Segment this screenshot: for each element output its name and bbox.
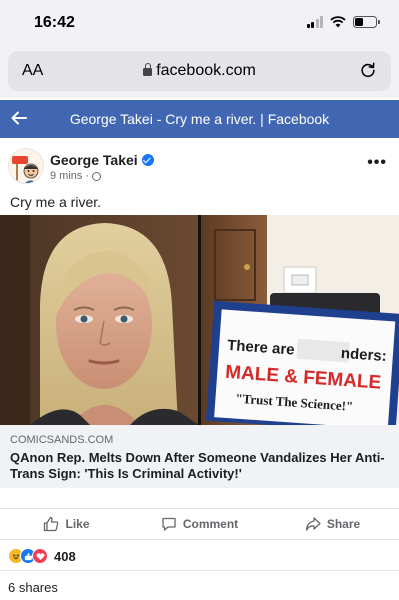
browser-toolbar: AA facebook.com (0, 46, 399, 98)
facebook-header: George Takei - Cry me a river. | Faceboo… (0, 100, 399, 138)
url-field[interactable]: facebook.com (8, 62, 391, 80)
address-bar[interactable]: AA facebook.com (8, 51, 391, 91)
divider (0, 570, 399, 571)
more-options-button[interactable]: ••• (367, 154, 387, 172)
post-text: Cry me a river. (10, 194, 102, 210)
verified-badge-icon (141, 154, 154, 166)
status-bar: 16:42 (0, 0, 399, 46)
love-icon (32, 548, 48, 564)
cellular-signal-icon (306, 16, 323, 28)
comment-label: Comment (182, 517, 239, 531)
lock-icon (143, 63, 153, 76)
like-label: Like (65, 517, 90, 531)
globe-icon (92, 171, 102, 181)
reaction-count: 408 (54, 548, 76, 564)
thumbs-up-icon (44, 516, 59, 532)
link-domain: COMICSANDS.COM (10, 434, 114, 446)
share-icon (305, 517, 321, 531)
reactions-summary[interactable]: 408 (8, 546, 76, 566)
post-time[interactable]: 9 mins (50, 170, 82, 182)
link-preview-image[interactable]: There are nders: MALE & FEMALE "Trust Th… (0, 215, 399, 425)
post-actions: Like Comment Share (0, 508, 399, 540)
sign-text-line-2: nders: (340, 345, 387, 365)
link-preview-card[interactable]: COMICSANDS.COM QAnon Rep. Melts Down Aft… (0, 425, 399, 488)
battery-icon (353, 16, 380, 28)
share-label: Share (326, 517, 361, 531)
post-author[interactable]: George Takei (50, 152, 154, 168)
comment-icon (162, 517, 176, 531)
post-header: George Takei 9 mins · ••• (0, 140, 399, 190)
post-meta: 9 mins · (50, 170, 102, 182)
reload-icon[interactable] (359, 61, 377, 79)
status-time: 16:42 (34, 14, 75, 31)
shares-count[interactable]: 6 shares (8, 580, 58, 595)
status-icons (306, 16, 380, 28)
url-text: facebook.com (156, 62, 256, 79)
meta-separator: · (85, 170, 90, 182)
comment-button[interactable]: Comment (133, 516, 266, 532)
avatar[interactable] (8, 148, 44, 184)
author-name[interactable]: George Takei (50, 152, 138, 168)
share-button[interactable]: Share (266, 516, 399, 532)
page-title: George Takei - Cry me a river. | Faceboo… (69, 111, 330, 127)
link-headline[interactable]: QAnon Rep. Melts Down After Someone Vand… (10, 450, 389, 482)
reaction-icons (8, 548, 48, 564)
wifi-icon (330, 16, 346, 28)
like-button[interactable]: Like (0, 516, 133, 532)
